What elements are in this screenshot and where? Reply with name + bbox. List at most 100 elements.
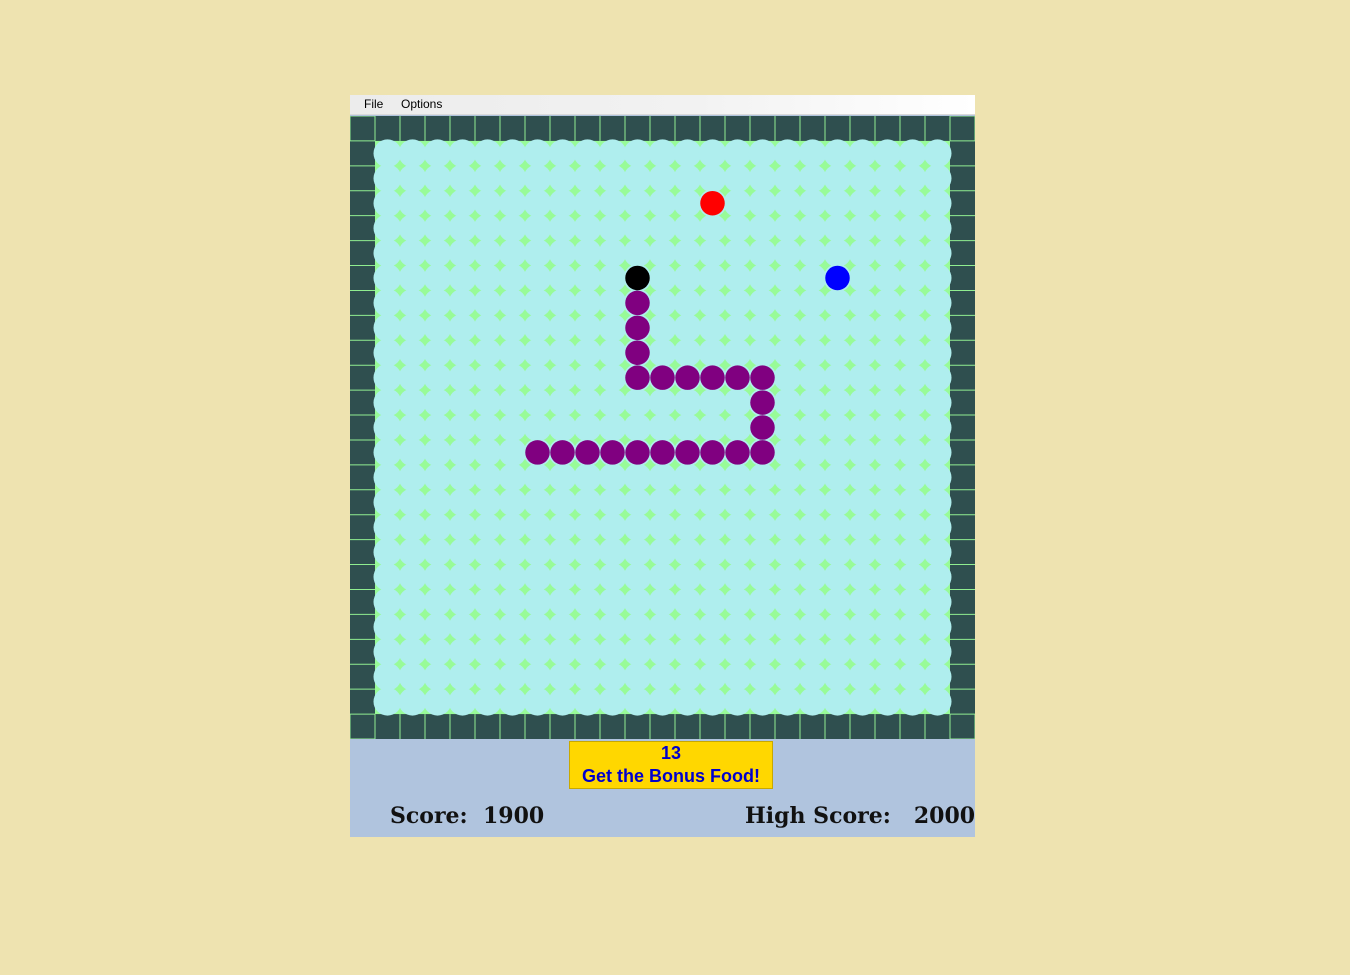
field-cell [448,513,477,542]
field-cell [648,687,677,716]
field-cell [373,563,402,592]
field-cell [523,637,552,666]
field-cell [798,612,827,641]
field-cell [698,463,727,492]
snake-body-segment [525,440,550,465]
field-cell [398,488,427,517]
field-cell [773,388,802,417]
field-cell [623,388,652,417]
field-cell [423,662,452,691]
field-cell [623,587,652,616]
field-cell [498,587,527,616]
field-cell [523,388,552,417]
field-cell [923,438,952,467]
field-cell [798,214,827,243]
field-cell [548,637,577,666]
field-cell [873,637,902,666]
field-cell [448,388,477,417]
field-cell [573,563,602,592]
field-cell [798,263,827,292]
field-cell [798,288,827,317]
field-cell [773,612,802,641]
field-cell [448,563,477,592]
field-cell [598,587,627,616]
field-cell [773,263,802,292]
field-cell [748,687,777,716]
field-cell [698,214,727,243]
bonus-food-blue [825,265,850,291]
field-cell [923,637,952,666]
field-cell [648,488,677,517]
field-cell [848,338,877,367]
field-cell [773,662,802,691]
field-cell [548,413,577,442]
field-cell [848,388,877,417]
field-cell [798,488,827,517]
snake-body-segment [700,365,725,390]
field-cell [598,637,627,666]
field-cell [573,139,602,168]
field-cell [698,563,727,592]
field-cell [673,164,702,193]
field-cell [873,139,902,168]
menu-options[interactable]: Options [399,97,444,111]
field-cell [673,239,702,268]
field-cell [923,263,952,292]
field-cell [773,637,802,666]
field-cell [398,263,427,292]
field-cell [473,438,502,467]
menu-file[interactable]: File [362,97,385,111]
field-cell [598,513,627,542]
field-cell [923,363,952,392]
field-cell [423,538,452,567]
field-cell [773,687,802,716]
field-cell [773,438,802,467]
snake-body-segment [750,390,775,415]
field-cell [523,563,552,592]
field-cell [898,538,927,567]
field-cell [598,139,627,168]
game-board[interactable] [350,116,975,739]
field-cell [423,612,452,641]
field-cell [423,513,452,542]
field-cell [473,388,502,417]
field-cell [523,313,552,342]
field-cell [848,513,877,542]
field-cell [873,164,902,193]
field-cell [448,463,477,492]
field-cell [398,164,427,193]
field-cell [373,313,402,342]
field-cell [448,538,477,567]
field-cell [398,538,427,567]
field-cell [473,637,502,666]
field-cell [573,164,602,193]
field-cell [548,388,577,417]
field-cell [598,388,627,417]
field-cell [848,488,877,517]
field-cell [373,288,402,317]
field-cell [848,463,877,492]
field-cell [673,563,702,592]
field-cell [798,563,827,592]
field-cell [848,164,877,193]
field-cell [873,587,902,616]
field-cell [848,687,877,716]
field-cell [373,189,402,218]
field-cell [398,463,427,492]
field-cell [923,563,952,592]
field-cell [723,662,752,691]
field-cell [573,338,602,367]
field-cell [423,214,452,243]
field-cell [898,488,927,517]
snake-body-segment [625,365,650,390]
field-cell [673,538,702,567]
field-cell [698,263,727,292]
field-cell [723,239,752,268]
field-cell [898,687,927,716]
field-cell [773,513,802,542]
field-cell [698,139,727,168]
field-cell [573,637,602,666]
field-cell [598,363,627,392]
field-cell [448,488,477,517]
field-cell [373,363,402,392]
